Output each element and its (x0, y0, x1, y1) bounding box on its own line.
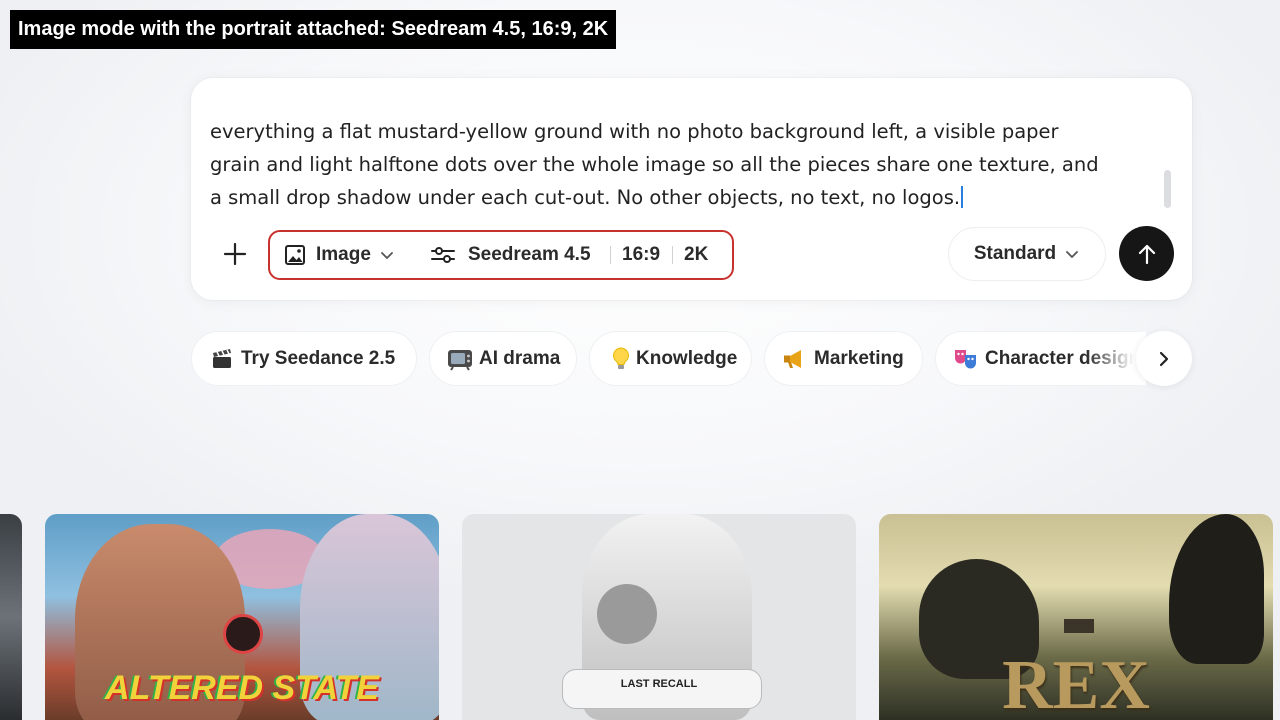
card-title-rex: REX (1002, 647, 1150, 720)
chip-label: Marketing (814, 347, 904, 369)
chip-label: AI drama (479, 347, 561, 369)
quality-dropdown[interactable]: Standard (948, 227, 1106, 281)
chevron-down-icon (381, 251, 393, 259)
prompt-composer: everything a flat mustard-yellow ground … (191, 78, 1192, 300)
mode-label: Image (316, 243, 371, 265)
theater-masks-icon (953, 346, 979, 372)
clapperboard-icon (209, 346, 235, 372)
settings-divider (610, 246, 611, 264)
card-creature-right (1169, 514, 1264, 664)
add-attachment-button[interactable] (217, 234, 253, 274)
television-icon (447, 346, 473, 372)
settings-divider (672, 246, 673, 264)
send-button[interactable] (1119, 226, 1174, 281)
plus-icon (223, 242, 247, 266)
chip-marketing[interactable]: Marketing (764, 331, 923, 386)
card-boat-shape (1064, 619, 1094, 633)
card-emblem (223, 614, 263, 654)
sliders-icon (431, 246, 455, 263)
quality-label: Standard (973, 243, 1057, 264)
lightbulb-icon (608, 346, 634, 372)
chevron-down-icon (1066, 251, 1079, 258)
resolution-label[interactable]: 2K (684, 232, 708, 277)
chip-try-seedance[interactable]: Try Seedance 2.5 (191, 331, 417, 386)
card-gasmask-shape (597, 584, 657, 644)
chevron-right-icon (1159, 351, 1169, 366)
prompt-line: everything a flat mustard-yellow ground … (210, 120, 1059, 143)
chips-next-button[interactable] (1136, 331, 1192, 386)
model-settings-button[interactable]: Seedream 4.5 (430, 232, 591, 277)
gallery-card-altered-state[interactable]: ALTERED STATE (45, 514, 439, 720)
prompt-textarea[interactable]: everything a flat mustard-yellow ground … (210, 102, 1160, 214)
gallery-card-partial[interactable] (0, 514, 22, 720)
prompt-line-text: a small drop shadow under each cut-out. … (210, 186, 961, 209)
chip-ai-drama[interactable]: AI drama (429, 331, 577, 386)
image-icon (285, 244, 305, 265)
aspect-ratio-label[interactable]: 16:9 (622, 232, 660, 277)
model-label: Seedream 4.5 (468, 243, 591, 265)
generation-settings-group: Image Seedream 4.5 16:9 2K (268, 230, 734, 280)
mode-dropdown[interactable]: Image (284, 232, 395, 277)
prompt-scrollbar[interactable] (1164, 170, 1171, 208)
card-title-altered-state: ALTERED STATE (105, 669, 379, 707)
chip-label: Knowledge (636, 347, 738, 369)
chip-label: Try Seedance 2.5 (241, 347, 396, 369)
arrow-up-icon (1138, 244, 1155, 264)
card-label-last-recall: LAST RECALL (620, 678, 698, 690)
chip-knowledge[interactable]: Knowledge (589, 331, 752, 386)
prompt-line: a small drop shadow under each cut-out. … (210, 181, 1160, 214)
megaphone-icon (782, 346, 808, 372)
caption-banner: Image mode with the portrait attached: S… (10, 10, 617, 49)
gallery-card-last-recall[interactable]: LAST RECALL (462, 514, 856, 720)
prompt-line: grain and light halftone dots over the w… (210, 153, 1099, 176)
text-caret (961, 186, 963, 208)
gallery-card-rex[interactable]: REX (879, 514, 1273, 720)
